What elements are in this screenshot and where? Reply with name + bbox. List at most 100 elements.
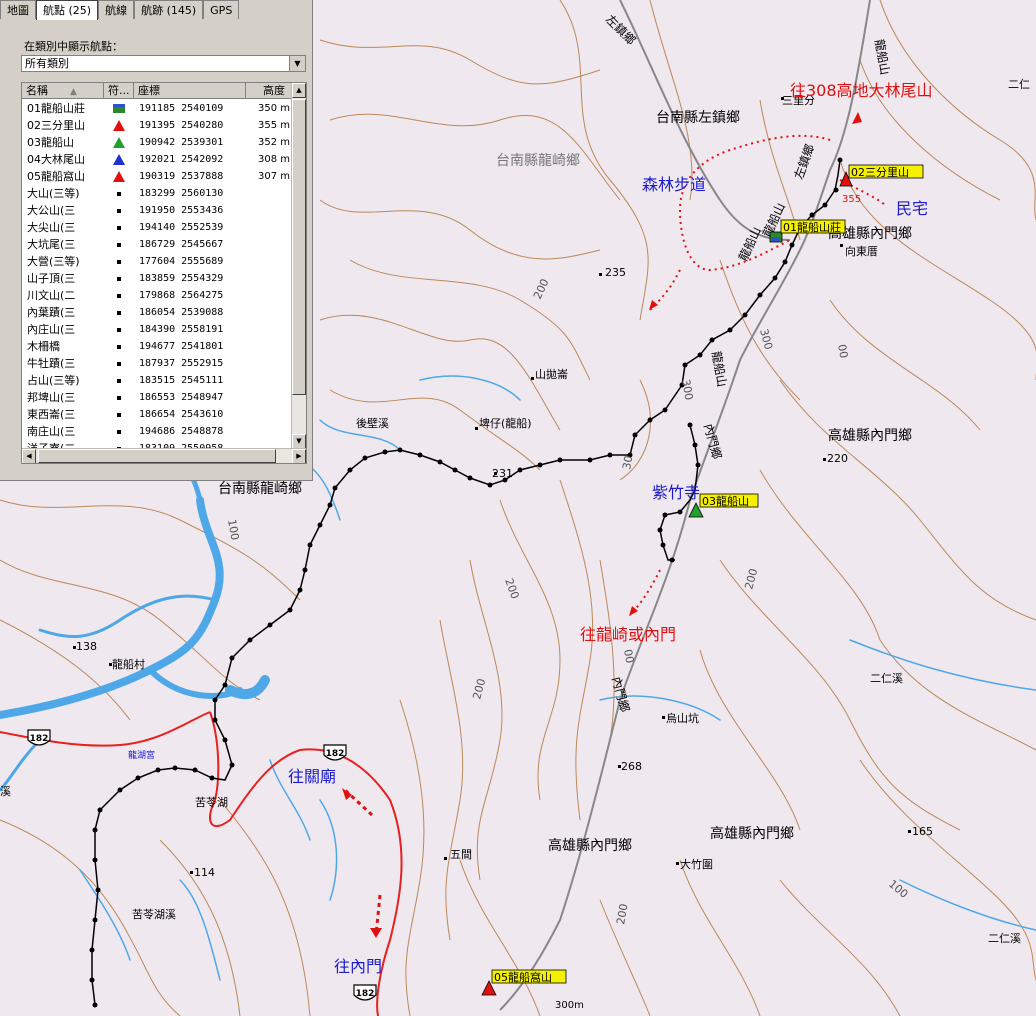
scroll-left-icon[interactable]: ◀ (22, 449, 36, 463)
waypoint-row[interactable]: 04大林尾山 192021 2542092 308 m (22, 151, 292, 168)
tab-routes[interactable]: 航線 (98, 0, 135, 19)
place-label-kuchahuxi: 苦苓湖溪 (132, 907, 176, 921)
elev-355: 355 (842, 194, 861, 205)
place-label-pizai: 埤仔(龍船) (479, 416, 532, 430)
waypoint-coords: 186054 2539088 (139, 307, 224, 318)
sort-ascending-icon: ▲ (70, 87, 77, 97)
dot-icon (117, 225, 121, 230)
vertical-scrollbar[interactable]: ▲ ▼ (291, 83, 306, 449)
scroll-up-icon[interactable]: ▲ (292, 83, 306, 98)
waypoint-row[interactable]: 占山(三等) 183515 2545111 (22, 372, 292, 389)
waypoint-symbol (104, 389, 134, 406)
tab-tracks[interactable]: 航跡 (145) (134, 0, 204, 19)
category-select[interactable]: 所有類別 ▼ (21, 55, 306, 72)
waypoint-list[interactable]: 名稱 ▲ 符... 座標 高度 01龍船山莊 191185 2540109 350 m… (21, 82, 307, 464)
waypoint-row[interactable]: 大山(三等) 183299 2560130 (22, 185, 292, 202)
waypoint-name: 內庄山(三 (27, 323, 76, 336)
waypoint-symbol (104, 236, 134, 253)
place-label-wujian: 五間 (450, 848, 472, 861)
waypoint-label-02: 02三分里山 (851, 166, 909, 179)
vertical-scroll-thumb[interactable] (292, 99, 306, 395)
waypoint-row[interactable]: 03龍船山 190942 2539301 352 m (22, 134, 292, 151)
waypoint-altitude (246, 202, 292, 219)
place-label-longchuancun: 龍船村 (112, 657, 145, 671)
waypoint-row[interactable]: 南庄山(三 194686 2548878 (22, 423, 292, 440)
tab-map[interactable]: 地圖 (0, 0, 36, 19)
column-header-coords[interactable]: 座標 (134, 83, 246, 99)
dot-icon (117, 412, 121, 417)
waypoint-name: 牛牡蹟(三 (27, 357, 76, 370)
scroll-right-icon[interactable]: ▶ (292, 449, 306, 463)
waypoint-row[interactable]: 大公山(三 191950 2553436 (22, 202, 292, 219)
town-label-neimen-c: 高雄縣內門鄉 (548, 837, 632, 854)
waypoint-altitude (246, 406, 292, 423)
waypoint-altitude: 355 m (257, 120, 290, 131)
waypoint-symbol (104, 406, 134, 423)
tab-waypoints[interactable]: 航點 (25) (36, 0, 99, 20)
elev-165: 165 (912, 825, 933, 838)
waypoint-row[interactable]: 山子頂(三 183859 2554329 (22, 270, 292, 287)
horizontal-scroll-thumb[interactable] (38, 449, 276, 463)
column-header-name[interactable]: 名稱 ▲ (22, 83, 104, 99)
place-label-errenxi-a: 二仁溪 (870, 672, 903, 685)
waypoint-name: 大營(三等) (27, 255, 80, 268)
horizontal-scrollbar[interactable]: ◀ ▶ (22, 448, 306, 463)
column-header-altitude[interactable]: 高度 (246, 83, 292, 99)
waypoint-coords: 191950 2553436 (139, 205, 224, 216)
waypoint-symbol (104, 423, 134, 440)
waypoint-row[interactable]: 05龍船窩山 190319 2537888 307 m (22, 168, 292, 185)
waypoint-panel: 地圖 航點 (25) 航線 航跡 (145) GPS 在類別中顯示航點： 所有類… (0, 0, 313, 481)
chevron-down-icon[interactable]: ▼ (289, 56, 305, 71)
elev-235: 235 (605, 266, 626, 279)
waypoint-row[interactable]: 邦埤山(三 186553 2548947 (22, 389, 292, 406)
waypoint-row[interactable]: 東西崙(三 186654 2543610 (22, 406, 292, 423)
waypoint-altitude: 308 m (257, 154, 290, 165)
town-label-neimen-d: 高雄縣內門鄉 (710, 825, 794, 842)
route-182-shield-3: 182 (356, 989, 375, 999)
waypoint-row[interactable]: 川文山(二 179868 2564275 (22, 287, 292, 304)
waypoint-row[interactable]: 大營(三等) 177604 2555689 (22, 253, 292, 270)
waypoint-coords: 191185 2540109 (139, 103, 224, 114)
town-label-zuozhen: 台南縣左鎮鄉 (656, 110, 740, 126)
place-label-errenxi-b: 二仁溪 (988, 932, 1021, 945)
tab-gps[interactable]: GPS (203, 0, 240, 19)
waypoint-name: 大公山(三 (27, 204, 76, 217)
waypoint-symbol (104, 100, 134, 117)
town-label-longqi: 台南縣龍崎鄉 (218, 480, 302, 497)
waypoint-coords: 177604 2555689 (139, 256, 224, 267)
waypoint-row[interactable]: 大尖山(三 194140 2552539 (22, 219, 292, 236)
elev-00: 00 (621, 648, 636, 664)
waypoint-symbol (104, 372, 134, 389)
blue-summit-icon (113, 154, 125, 165)
annotation-to-neimen: 往內門 (334, 957, 382, 976)
waypoint-symbol (104, 219, 134, 236)
place-label-wushankeng: 烏山坑 (666, 711, 699, 725)
waypoint-symbol (104, 270, 134, 287)
category-label: 在類別中顯示航點： (24, 40, 123, 53)
waypoint-name: 05龍船窩山 (27, 170, 85, 183)
waypoint-altitude (246, 423, 292, 440)
elev-30: 30 (620, 454, 635, 470)
waypoint-coords: 183515 2545111 (139, 375, 224, 386)
waypoint-coords: 183299 2560130 (139, 188, 224, 199)
category-select-value: 所有類別 (25, 57, 69, 70)
elev-300-b: 00 (835, 343, 850, 359)
waypoint-row[interactable]: 大坑尾(三 186729 2545667 (22, 236, 292, 253)
waypoint-row[interactable]: 牛牡蹟(三 187937 2552915 (22, 355, 292, 372)
house-window (772, 237, 780, 241)
waypoint-row[interactable]: 木柵橋 194677 2541801 (22, 338, 292, 355)
waypoint-row[interactable]: 02三分里山 191395 2540280 355 m (22, 117, 292, 134)
waypoint-row[interactable]: 內葉蹟(三 186054 2539088 (22, 304, 292, 321)
scroll-down-icon[interactable]: ▼ (292, 434, 306, 449)
waypoint-symbol (104, 253, 134, 270)
waypoint-symbol (104, 338, 134, 355)
waypoint-name: 03龍船山 (27, 136, 74, 149)
elev-268: 268 (621, 760, 642, 773)
waypoint-altitude (246, 321, 292, 338)
annotation-to-308: 往308高地大林尾山 (790, 81, 933, 100)
waypoint-row[interactable]: 01龍船山莊 191185 2540109 350 m (22, 100, 292, 117)
waypoint-row[interactable]: 內庄山(三 184390 2558191 (22, 321, 292, 338)
column-header-symbol[interactable]: 符... (104, 83, 134, 99)
place-label-hulonggong: 龍湖宮 (128, 749, 155, 761)
waypoint-altitude (246, 338, 292, 355)
